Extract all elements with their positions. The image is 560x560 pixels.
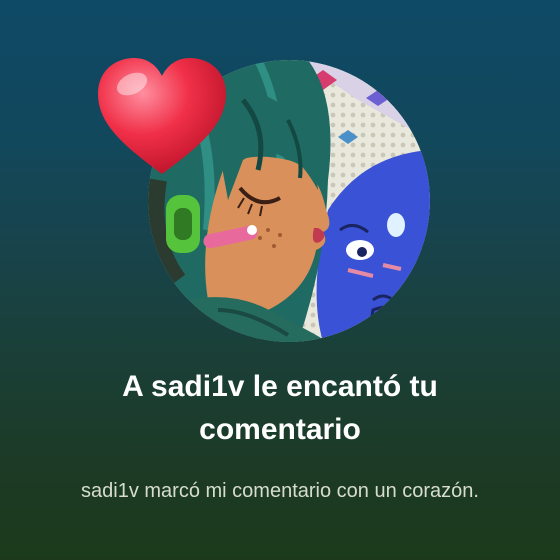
notification-card: A sadi1v le encantó tu comentario sadi1v… [0,0,560,560]
heart-icon [98,58,226,174]
notification-subtitle: sadi1v marcó mi comentario con un corazó… [81,480,479,502]
notification-title: A sadi1v le encantó tu comentario [122,370,438,446]
